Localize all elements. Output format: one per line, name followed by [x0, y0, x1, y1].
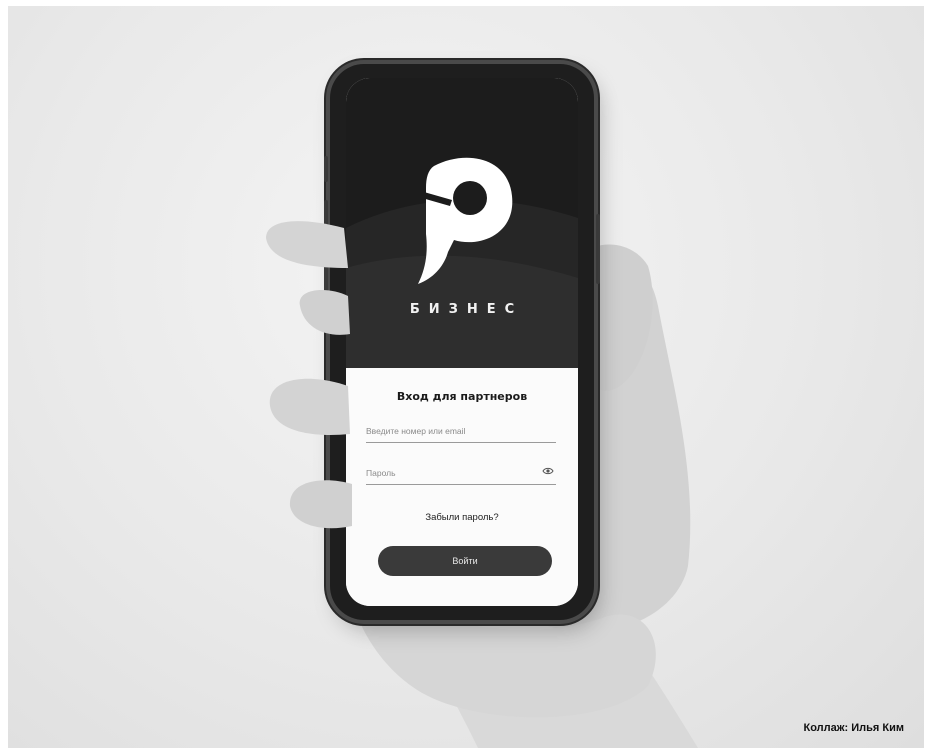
photo-background: БИЗНЕС Вход для партнеров Введите номер …	[8, 6, 924, 748]
photo-credit: Коллаж: Илья Ким	[803, 722, 904, 734]
hand-fingers	[266, 221, 352, 529]
